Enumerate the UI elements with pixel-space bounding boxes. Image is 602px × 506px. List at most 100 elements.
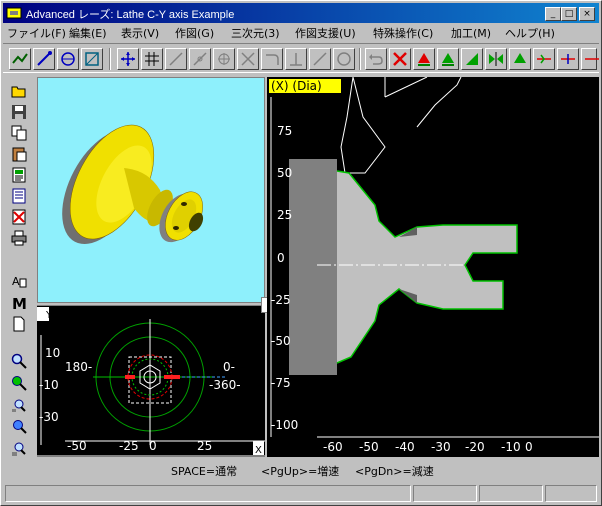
top-x-tick: -25 — [119, 439, 139, 453]
polyline-tool-button[interactable] — [9, 48, 31, 70]
page-green-icon — [12, 167, 26, 183]
toolbar — [3, 43, 599, 73]
rectangle-icon — [85, 52, 99, 66]
menu-draw-support[interactable]: 作図支援(U) — [295, 25, 356, 41]
floppy-disk-icon — [12, 105, 26, 119]
fillet-tool-button[interactable] — [261, 48, 283, 70]
menu-edit[interactable]: 編集(E) — [69, 25, 107, 41]
intersect-tool-button[interactable] — [237, 48, 259, 70]
magnifier-icon — [11, 353, 27, 369]
copy-button[interactable] — [8, 123, 30, 143]
circle-tool-button[interactable] — [57, 48, 79, 70]
window-title: Advanced レーズ: Lathe C-Y axis Example — [26, 9, 235, 21]
circle-icon — [61, 52, 75, 66]
delete-button[interactable] — [389, 48, 411, 70]
new-page-button[interactable] — [8, 314, 30, 334]
line-tool-button[interactable] — [165, 48, 187, 70]
side-x-tick: -10 — [501, 440, 521, 454]
rect-tool-button[interactable] — [81, 48, 103, 70]
offset-icon — [537, 54, 551, 64]
app-icon — [6, 7, 22, 19]
open-file-button[interactable] — [8, 81, 30, 101]
menu-bar: ファイル(F) 編集(E) 表示(V) 作図(G) 三次元(3) 作図支援(U)… — [3, 23, 599, 42]
menu-help[interactable]: ヘルプ(H) — [505, 25, 555, 41]
side-x-tick: -40 — [395, 440, 415, 454]
arrow-up-green-button[interactable] — [437, 48, 459, 70]
angle-180-label: 180- — [65, 360, 92, 374]
minimize-button[interactable]: _ — [545, 7, 561, 21]
angle-line-button[interactable] — [189, 48, 211, 70]
print-preview-button[interactable] — [8, 165, 30, 185]
fonts-button[interactable]: A — [8, 271, 30, 291]
grid-tool-button[interactable] — [141, 48, 163, 70]
move-tool-button[interactable] — [117, 48, 139, 70]
circle-snap-button[interactable] — [333, 48, 355, 70]
menu-view[interactable]: 表示(V) — [121, 25, 159, 41]
polyline-icon — [12, 53, 28, 64]
triangle-button[interactable] — [509, 48, 531, 70]
side-view-pane[interactable]: (X) (Dia) 75 50 25 0 -25 -50 -75 -100 -6… — [267, 76, 599, 457]
zoom-fit-icon — [13, 420, 27, 434]
close-button[interactable]: × — [579, 7, 595, 21]
3d-view-pane[interactable] — [37, 77, 265, 303]
zoom-in-button[interactable] — [8, 373, 30, 393]
macro-m-icon: M — [12, 295, 27, 311]
side-y-tick: 0 — [277, 251, 285, 265]
trim-button[interactable] — [557, 48, 579, 70]
intersect-icon — [241, 52, 255, 66]
offset-button[interactable] — [533, 48, 555, 70]
arc-icon — [37, 51, 52, 66]
zoom-window-button[interactable] — [8, 395, 30, 415]
menu-draw[interactable]: 作図(G) — [175, 25, 214, 41]
maximize-button[interactable]: □ — [561, 7, 577, 21]
mirror-button[interactable] — [485, 48, 507, 70]
center-icon — [218, 53, 230, 65]
document-icon — [12, 188, 26, 204]
copy-icon — [11, 125, 27, 141]
delete-file-button[interactable] — [8, 207, 30, 227]
crosshair-icon — [121, 52, 135, 66]
arc-tool-button[interactable] — [33, 48, 55, 70]
menu-machining[interactable]: 加工(M) — [451, 25, 491, 41]
extend-button[interactable] — [581, 48, 599, 70]
undo-icon — [369, 54, 383, 65]
document-button[interactable] — [8, 186, 30, 206]
tangent-button[interactable] — [309, 48, 331, 70]
side-view-drawing: (X) (Dia) 75 50 25 0 -25 -50 -75 -100 -6… — [269, 76, 599, 454]
pgup-hint: <PgUp>=増速 — [261, 465, 340, 478]
svg-text:M: M — [12, 295, 27, 311]
arrow-up-red-button[interactable] — [413, 48, 435, 70]
title-bar: Advanced レーズ: Lathe C-Y axis Example _ □… — [3, 3, 599, 23]
center-tool-button[interactable] — [213, 48, 235, 70]
3d-part-render — [62, 124, 204, 245]
zoom-button[interactable] — [8, 351, 30, 371]
toolbar-separator — [359, 48, 361, 70]
side-y-tick: -75 — [271, 376, 291, 390]
paste-button[interactable] — [8, 144, 30, 164]
tangent-icon — [313, 52, 327, 66]
save-button[interactable] — [8, 102, 30, 122]
print-button[interactable] — [8, 228, 30, 248]
perpendicular-icon — [290, 53, 302, 66]
top-x-tick: 25 — [197, 439, 212, 453]
status-panel — [479, 485, 543, 502]
green-triangle-up-icon — [442, 53, 454, 66]
slope-button[interactable] — [461, 48, 483, 70]
angle-line-icon — [193, 52, 207, 66]
menu-file[interactable]: ファイル(F) — [7, 25, 66, 41]
top-y-tick: -10 — [39, 378, 59, 392]
perpendicular-button[interactable] — [285, 48, 307, 70]
macro-button[interactable]: M — [8, 293, 30, 313]
zoom-in-icon — [12, 376, 27, 391]
zoom-out-button[interactable] — [8, 439, 30, 459]
key-hint-bar: SPACE=通常 <PgUp>=増速 <PgDn>=減速 — [3, 459, 599, 479]
status-bar — [3, 483, 599, 503]
undo-button[interactable] — [365, 48, 387, 70]
top-view-pane[interactable]: Y 10 -10 -30 180- 0- -360- -50 -25 0 25 … — [37, 304, 265, 457]
menu-special[interactable]: 特殊操作(C) — [373, 25, 433, 41]
side-x-tick: -50 — [359, 440, 379, 454]
menu-3d[interactable]: 三次元(3) — [231, 25, 280, 41]
zoom-fit-button[interactable] — [8, 417, 30, 437]
line-icon — [169, 52, 183, 66]
blank-page-icon — [13, 316, 25, 332]
